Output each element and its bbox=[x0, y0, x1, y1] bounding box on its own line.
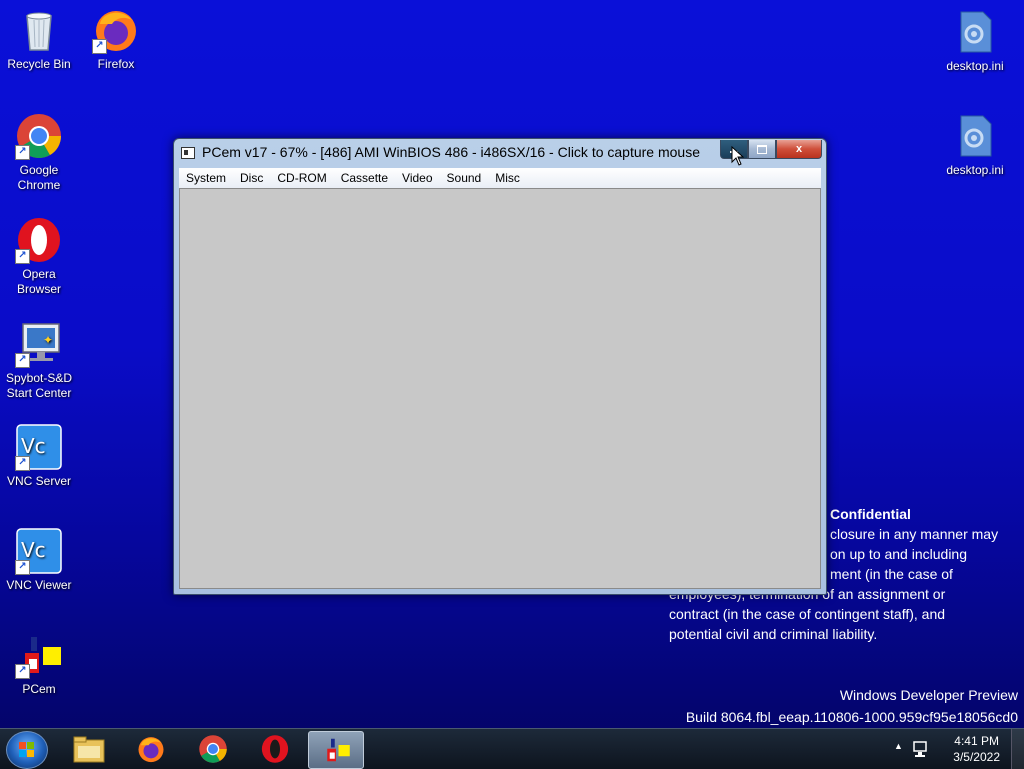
desktop-icon-spybot[interactable]: ✦ ↗ Spybot-S&D Start Center bbox=[1, 320, 77, 401]
menu-bar: System Disc CD-ROM Cassette Video Sound … bbox=[179, 168, 821, 188]
desktop-icon-vnc-viewer[interactable]: Vc ↗ VNC Viewer bbox=[1, 527, 77, 593]
desktop-icon-pcem[interactable]: ↗ PCem bbox=[1, 631, 77, 697]
desktop-icon-label: Google Chrome bbox=[17, 163, 61, 192]
desktop-icon-desktop-ini-2[interactable]: desktop.ini bbox=[937, 112, 1013, 178]
menu-system[interactable]: System bbox=[179, 171, 233, 185]
taskbar-pcem[interactable] bbox=[308, 731, 364, 769]
desktop-icon-label: PCem bbox=[22, 682, 56, 696]
close-icon: x bbox=[795, 143, 803, 155]
spybot-icon: ✦ ↗ bbox=[15, 320, 63, 368]
windows-logo-icon bbox=[19, 742, 35, 758]
shortcut-arrow-icon: ↗ bbox=[15, 664, 30, 679]
taskbar-firefox[interactable] bbox=[124, 731, 178, 767]
shortcut-arrow-icon: ↗ bbox=[15, 249, 30, 264]
system-tray: ▲ 4:41 PM 3/5/2022 bbox=[884, 729, 1024, 769]
desktop-icon-recycle-bin[interactable]: Recycle Bin bbox=[1, 6, 77, 72]
window-app-icon[interactable] bbox=[181, 147, 195, 159]
maximize-icon bbox=[757, 144, 767, 154]
watermark-build: Build 8064.fbl_eeap.110806-1000.959cf95e… bbox=[685, 709, 1018, 725]
chrome-icon bbox=[199, 735, 227, 763]
notice-line: potential civil and criminal liability. bbox=[669, 626, 878, 642]
taskbar-opera[interactable] bbox=[248, 731, 302, 767]
desktop-icon-opera-browser[interactable]: ↗ Opera Browser bbox=[1, 216, 77, 297]
firefox-icon: ↗ bbox=[92, 6, 140, 54]
opera-icon bbox=[261, 735, 289, 763]
desktop-icon-label: Opera Browser bbox=[16, 267, 61, 296]
menu-cassette[interactable]: Cassette bbox=[334, 171, 395, 185]
mouse-cursor-icon bbox=[731, 145, 745, 171]
window-title: PCem v17 - 67% - [486] AMI WinBIOS 486 -… bbox=[202, 144, 700, 160]
start-button[interactable] bbox=[6, 731, 48, 769]
folder-icon bbox=[73, 736, 105, 763]
desktop-icon-label: VNC Viewer bbox=[6, 578, 72, 592]
recycle-bin-icon bbox=[15, 6, 63, 54]
menu-sound[interactable]: Sound bbox=[440, 171, 489, 185]
desktop-icon-vnc-server[interactable]: Vc ↗ VNC Server bbox=[1, 423, 77, 489]
shortcut-arrow-icon: ↗ bbox=[15, 145, 30, 160]
desktop-icon-label: Firefox bbox=[97, 57, 135, 71]
settings-file-icon bbox=[951, 112, 999, 160]
menu-video[interactable]: Video bbox=[395, 171, 439, 185]
desktop-icon-google-chrome[interactable]: ↗ Google Chrome bbox=[1, 112, 77, 193]
svg-text:Vc: Vc bbox=[21, 434, 46, 458]
clock-time: 4:41 PM bbox=[954, 734, 999, 748]
notice-line: contract (in the case of contingent staf… bbox=[669, 606, 946, 622]
shortcut-arrow-icon: ↗ bbox=[15, 456, 30, 471]
taskbar-chrome[interactable] bbox=[186, 731, 240, 767]
show-hidden-icons-icon[interactable]: ▲ bbox=[894, 741, 903, 751]
menu-cd-rom[interactable]: CD-ROM bbox=[270, 171, 333, 185]
vnc-viewer-icon: Vc ↗ bbox=[15, 527, 63, 575]
svg-text:Vc: Vc bbox=[21, 538, 46, 562]
chrome-icon: ↗ bbox=[15, 112, 63, 160]
shortcut-arrow-icon: ↗ bbox=[15, 560, 30, 575]
pcem-window[interactable]: PCem v17 - 67% - [486] AMI WinBIOS 486 -… bbox=[173, 138, 827, 595]
show-desktop-button[interactable] bbox=[1011, 729, 1024, 769]
build-watermark: Windows Developer Preview Build 8064.fbl… bbox=[686, 684, 1018, 728]
taskbar-explorer[interactable] bbox=[62, 731, 116, 767]
opera-icon: ↗ bbox=[15, 216, 63, 264]
desktop-icon-label: Spybot-S&D Start Center bbox=[5, 371, 73, 400]
firefox-icon bbox=[138, 737, 164, 763]
menu-misc[interactable]: Misc bbox=[488, 171, 527, 185]
desktop-icon-label: Recycle Bin bbox=[7, 57, 71, 71]
desktop-icon-firefox[interactable]: ↗ Firefox bbox=[78, 6, 154, 72]
desktop-icon-label: VNC Server bbox=[6, 474, 71, 488]
close-button[interactable]: x bbox=[776, 140, 822, 159]
vnc-server-icon: Vc ↗ bbox=[15, 423, 63, 471]
taskbar-clock[interactable]: 4:41 PM 3/5/2022 bbox=[953, 733, 1000, 765]
shortcut-arrow-icon: ↗ bbox=[15, 353, 30, 368]
watermark-title: Windows Developer Preview bbox=[839, 687, 1018, 703]
maximize-button[interactable] bbox=[748, 140, 776, 159]
pcem-icon bbox=[327, 738, 350, 762]
emulator-display[interactable] bbox=[179, 188, 821, 589]
network-icon[interactable] bbox=[912, 740, 930, 758]
clock-date: 3/5/2022 bbox=[953, 750, 1000, 764]
desktop-icon-label: desktop.ini bbox=[946, 163, 1004, 177]
desktop-icon-label: desktop.ini bbox=[946, 59, 1004, 73]
shortcut-arrow-icon: ↗ bbox=[92, 39, 107, 54]
taskbar: ▲ 4:41 PM 3/5/2022 bbox=[0, 728, 1024, 769]
window-titlebar[interactable]: PCem v17 - 67% - [486] AMI WinBIOS 486 -… bbox=[174, 139, 826, 165]
menu-disc[interactable]: Disc bbox=[233, 171, 270, 185]
desktop-icon-desktop-ini-1[interactable]: desktop.ini bbox=[937, 8, 1013, 74]
pcem-icon: ↗ bbox=[15, 631, 63, 679]
svg-text:✦: ✦ bbox=[43, 333, 53, 347]
settings-file-icon bbox=[951, 8, 999, 56]
